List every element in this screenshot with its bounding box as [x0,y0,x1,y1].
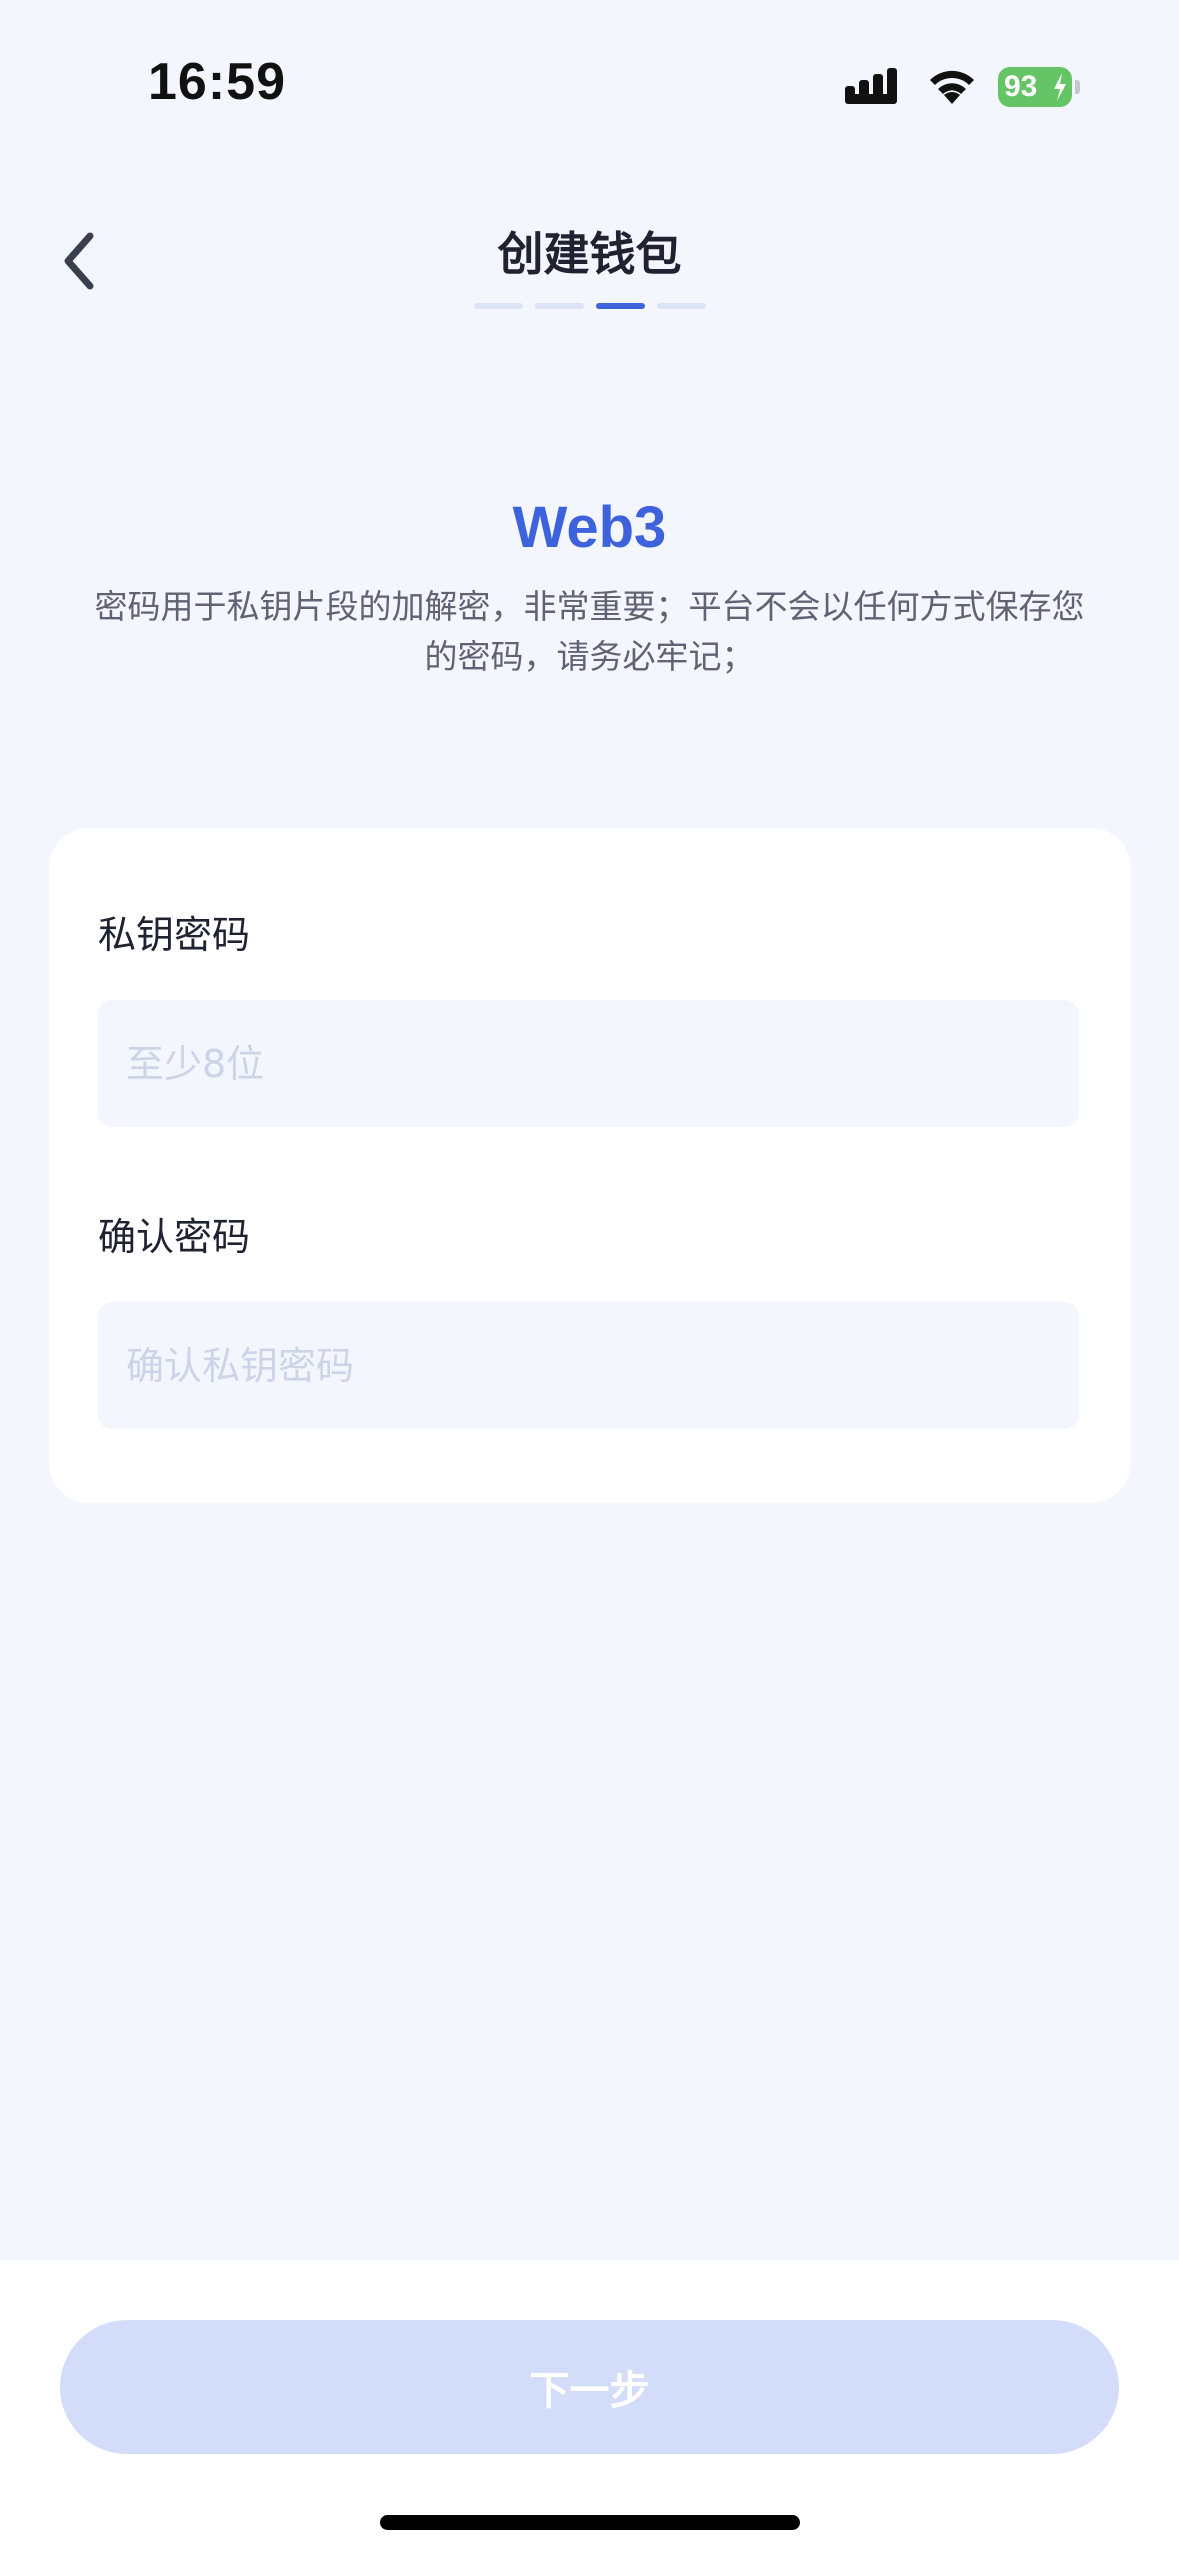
step-indicator-4 [657,303,706,309]
page-title: 创建钱包 [497,227,682,281]
status-time: 16:59 [148,53,286,111]
battery-indicator: 93 [998,67,1080,107]
status-bar: 16:59 93 [0,0,1179,170]
step-indicator-2 [535,303,584,309]
password-description: 密码用于私钥片段的加解密，非常重要；平台不会以任何方式保存您的密码，请务必牢记； [94,587,1085,676]
wifi-icon [930,70,974,104]
step-indicator-3-active [596,303,645,309]
confirm-password-input[interactable] [98,1302,1079,1429]
battery-level: 93 [1004,70,1038,103]
step-progress [474,303,706,309]
charging-bolt-icon [1054,73,1066,101]
battery-cap [1075,80,1080,94]
cellular-signal-icon [845,68,897,104]
private-key-password-label: 私钥密码 [98,913,251,957]
next-step-button[interactable]: 下一步 [60,2320,1119,2454]
private-key-password-input[interactable] [98,1000,1079,1127]
step-indicator-1 [474,303,523,309]
password-form-card: 私钥密码 确认密码 [49,828,1131,1503]
home-indicator[interactable] [380,2515,800,2530]
confirm-password-label: 确认密码 [98,1215,251,1259]
bottom-action-bar: 下一步 [0,2260,1179,2556]
battery-body: 93 [998,67,1072,107]
brand-title: Web3 [512,495,667,560]
